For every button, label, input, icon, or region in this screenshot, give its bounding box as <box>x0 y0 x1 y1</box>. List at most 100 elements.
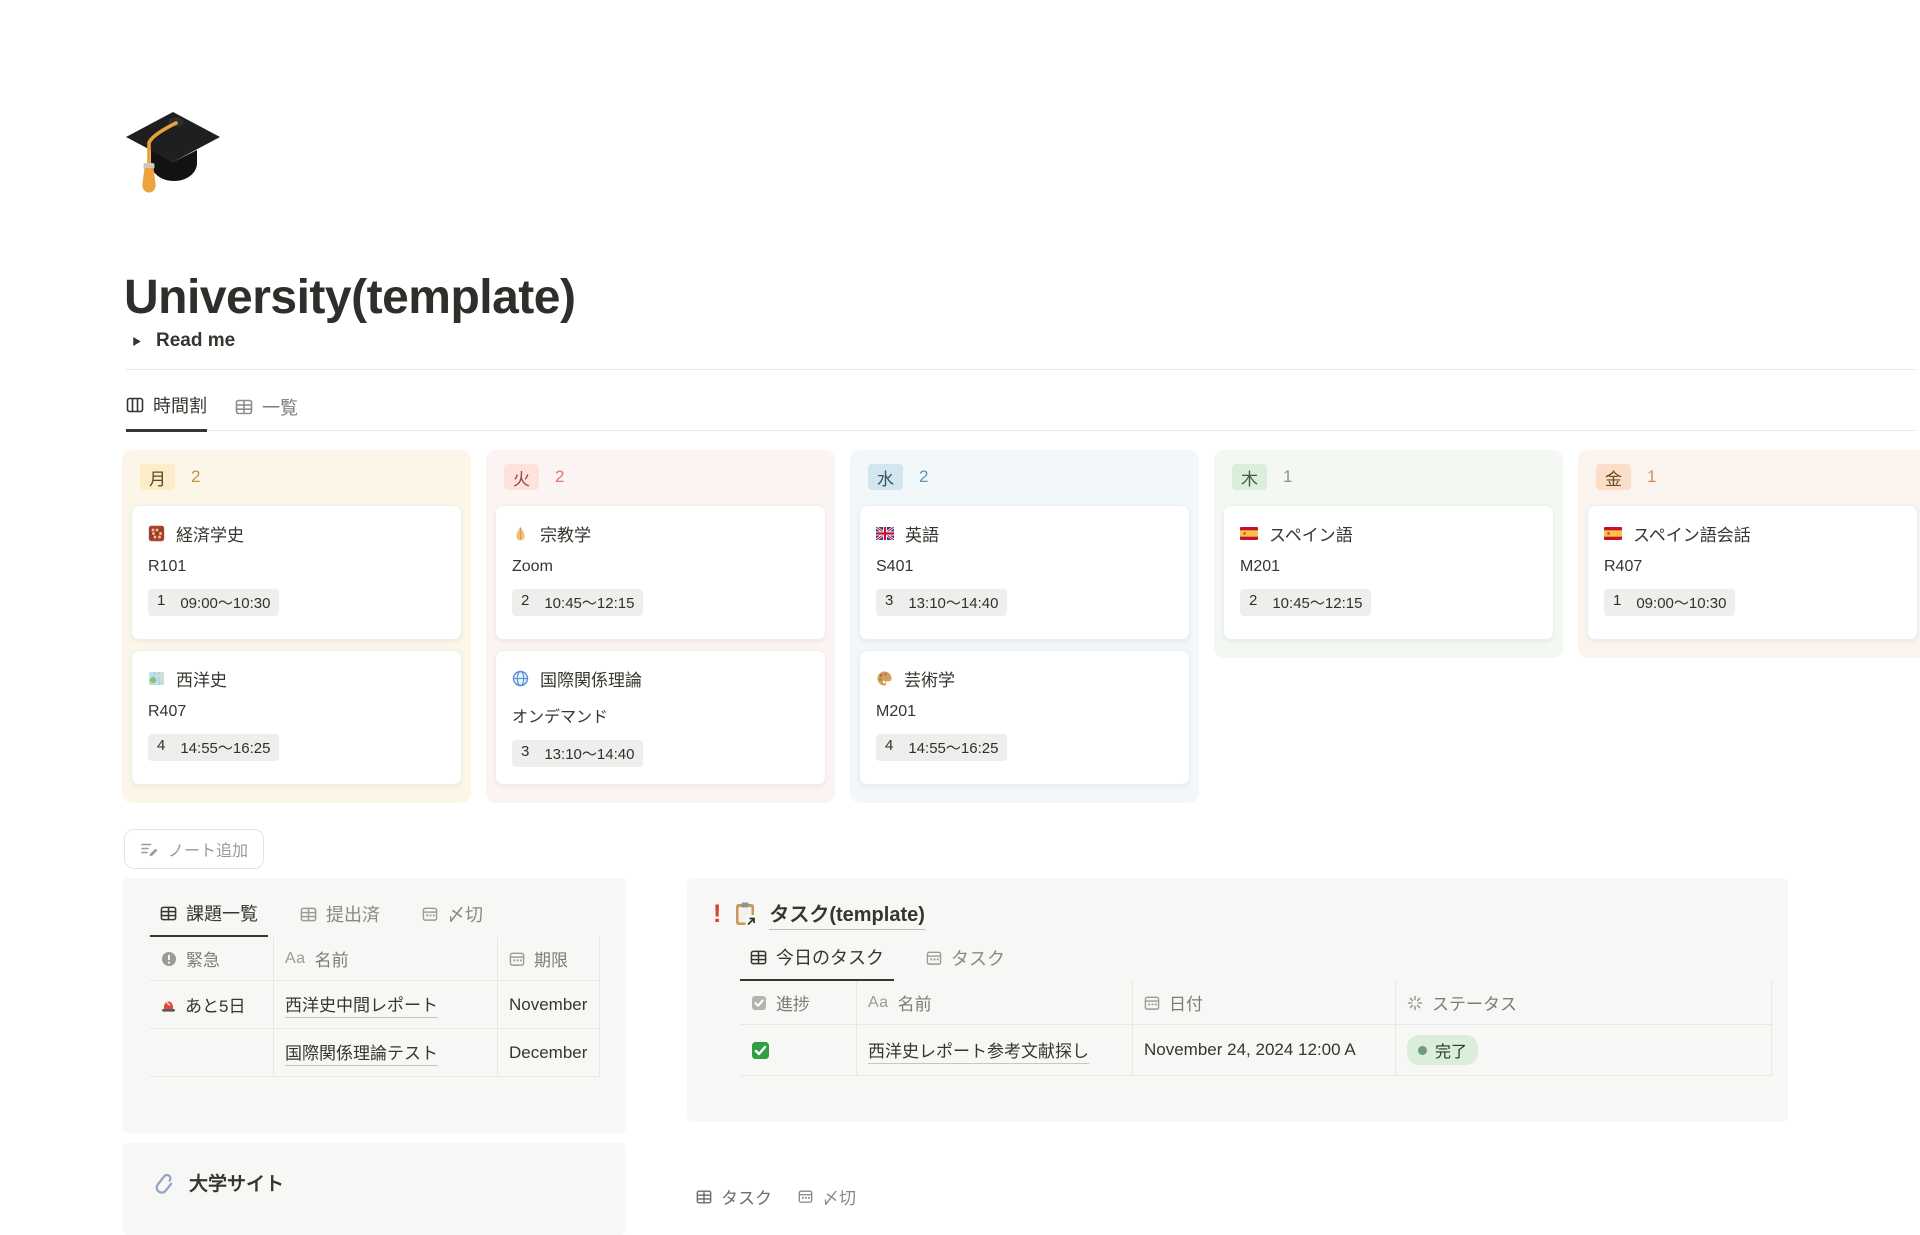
class-card[interactable]: 経済学史 R101 109:00〜10:30 <box>131 505 462 640</box>
class-time-tag: 414:55〜16:25 <box>148 734 279 761</box>
tab-tasks[interactable]: タスク <box>916 944 1015 981</box>
class-time-tag: 313:10〜14:40 <box>512 740 643 767</box>
aa-icon: Aa <box>285 950 306 968</box>
task-row[interactable]: 西洋史レポート参考文献探し November 24, 2024 12:00 A … <box>740 1025 1772 1076</box>
class-name: スペイン語会話 <box>1633 521 1751 546</box>
status-dot <box>1418 1046 1427 1055</box>
urgency-cell: あと5日 <box>150 981 274 1028</box>
tab-list[interactable]: 一覧 <box>235 392 298 432</box>
progress-cell[interactable] <box>740 1025 857 1075</box>
board-column-thu: 木 1 スペイン語 M201 210:45〜12:15 <box>1214 450 1563 658</box>
spinner-icon <box>1407 995 1423 1011</box>
assignments-table: 緊急 Aa 名前 期限 あと5日 西洋史中間レポート <box>150 937 626 1077</box>
tab-deadline[interactable]: 〆切 <box>412 900 493 937</box>
day-badge: 金 <box>1596 464 1631 490</box>
add-note-button[interactable]: ノート追加 <box>124 829 264 869</box>
tab-tasks-bottom[interactable]: タスク <box>696 1184 772 1209</box>
class-time-tag: 109:00〜10:30 <box>1604 589 1735 616</box>
paperclip-icon <box>152 1171 174 1195</box>
abacus-icon <box>148 525 165 542</box>
class-room: Zoom <box>512 558 809 576</box>
column-header-progress[interactable]: 進捗 <box>740 981 857 1024</box>
class-room: オンデマンド <box>512 703 809 727</box>
column-header-date[interactable]: 日付 <box>1133 981 1396 1024</box>
tab-todays-tasks[interactable]: 今日のタスク <box>740 944 894 981</box>
assignments-database-card: 課題一覧 提出済 〆切 緊急 Aa 名前 <box>122 878 626 1133</box>
column-header[interactable]: 月 2 <box>131 462 462 505</box>
clipboard-link-icon <box>733 901 757 927</box>
spain-flag-icon <box>1604 527 1622 540</box>
class-time-tag: 210:45〜12:15 <box>1240 589 1371 616</box>
board-view-icon <box>126 396 144 414</box>
table-view-icon <box>300 906 317 923</box>
links-card-title: 大学サイト <box>189 1169 284 1196</box>
tab-deadline-bottom[interactable]: 〆切 <box>798 1184 856 1209</box>
task-name-cell[interactable]: 西洋史レポート参考文献探し <box>857 1025 1133 1075</box>
class-name: 芸術学 <box>904 666 955 691</box>
class-time-tag: 109:00〜10:30 <box>148 589 279 616</box>
card-count: 2 <box>555 467 564 487</box>
red-exclamation-icon: ! <box>713 902 721 927</box>
class-name: 経済学史 <box>176 521 244 546</box>
column-header-urgency[interactable]: 緊急 <box>150 937 274 980</box>
column-header[interactable]: 火 2 <box>495 462 826 505</box>
readme-toggle[interactable]: Read me <box>130 330 235 352</box>
class-name: 西洋史 <box>176 666 227 691</box>
graduation-cap-icon[interactable] <box>122 106 224 200</box>
page-title: University(template) <box>124 270 575 325</box>
class-card[interactable]: 宗教学 Zoom 210:45〜12:15 <box>495 505 826 640</box>
palette-icon <box>876 670 893 687</box>
tab-submitted[interactable]: 提出済 <box>290 900 390 937</box>
assignment-row[interactable]: 国際関係理論テスト December <box>150 1029 600 1077</box>
table-header-row: 進捗 Aa 名前 日付 ステータス <box>740 981 1772 1025</box>
board-column-fri: 金 1 スペイン語会話 R407 109:00〜10:30 <box>1578 450 1920 658</box>
tasks-table: 進捗 Aa 名前 日付 ステータス <box>740 981 1788 1076</box>
tasks-page-link[interactable]: タスク(template) <box>769 898 925 930</box>
class-card[interactable]: 芸術学 M201 414:55〜16:25 <box>859 650 1190 785</box>
assignment-name-cell[interactable]: 西洋史中間レポート <box>274 981 498 1028</box>
column-header-name[interactable]: Aa 名前 <box>274 937 498 980</box>
card-count: 2 <box>919 467 928 487</box>
tab-timetable-label: 時間割 <box>153 392 207 418</box>
tasks-database-card: ! タスク(template) 今日のタスク タスク 進捗 <box>687 878 1788 1122</box>
board-column-tue: 火 2 宗教学 Zoom 210:45〜12:15 国際関係理論 オンデマン <box>486 450 835 803</box>
university-links-card: 大学サイト <box>122 1143 626 1235</box>
class-card[interactable]: スペイン語会話 R407 109:00〜10:30 <box>1587 505 1918 640</box>
calendar-icon <box>798 1189 813 1204</box>
assignment-row[interactable]: あと5日 西洋史中間レポート November <box>150 981 600 1029</box>
assignment-name-cell[interactable]: 国際関係理論テスト <box>274 1029 498 1076</box>
class-room: R407 <box>1604 558 1901 576</box>
class-time-tag: 313:10〜14:40 <box>876 589 1007 616</box>
class-card[interactable]: スペイン語 M201 210:45〜12:15 <box>1223 505 1554 640</box>
day-badge: 火 <box>504 464 539 490</box>
globe-icon <box>512 670 529 687</box>
column-header-status[interactable]: ステータス <box>1396 981 1772 1024</box>
column-header-deadline[interactable]: 期限 <box>498 937 600 980</box>
class-card[interactable]: 西洋史 R407 414:55〜16:25 <box>131 650 462 785</box>
column-header[interactable]: 木 1 <box>1223 462 1554 505</box>
class-card[interactable]: 英語 S401 313:10〜14:40 <box>859 505 1190 640</box>
class-name: 英語 <box>905 521 939 546</box>
card-count: 1 <box>1283 467 1292 487</box>
tab-timetable[interactable]: 時間割 <box>126 392 207 432</box>
table-view-icon <box>160 905 177 922</box>
world-map-icon <box>148 670 165 687</box>
compose-icon <box>140 840 158 858</box>
toggle-arrow-icon <box>130 335 143 348</box>
tab-assignment-list[interactable]: 課題一覧 <box>150 900 268 937</box>
deadline-cell: November <box>498 981 600 1028</box>
column-header-name[interactable]: Aa 名前 <box>857 981 1133 1024</box>
table-header-row: 緊急 Aa 名前 期限 <box>150 937 600 981</box>
card-count: 1 <box>1647 467 1656 487</box>
column-header[interactable]: 水 2 <box>859 462 1190 505</box>
class-card[interactable]: 国際関係理論 オンデマンド 313:10〜14:40 <box>495 650 826 785</box>
urgent-badge-icon <box>161 951 177 967</box>
status-badge: 完了 <box>1407 1035 1478 1065</box>
column-header[interactable]: 金 1 <box>1587 462 1918 505</box>
aa-icon: Aa <box>868 994 889 1012</box>
tabbar-divider <box>126 430 1916 431</box>
calendar-icon <box>926 950 942 966</box>
board-column-wed: 水 2 英語 S401 313:10〜14:40 芸術学 M201 <box>850 450 1199 803</box>
class-name: 国際関係理論 <box>540 666 642 691</box>
class-room: M201 <box>1240 558 1537 576</box>
